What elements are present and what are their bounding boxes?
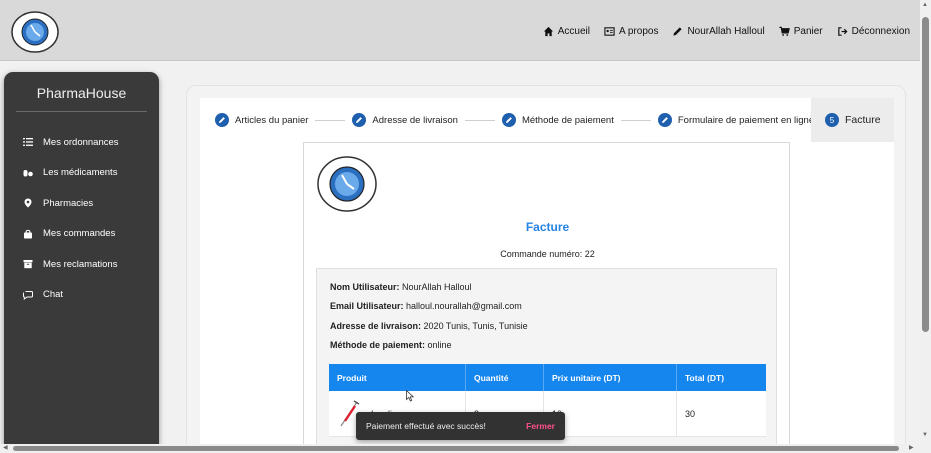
scroll-up-arrow-icon[interactable]: ▲ xyxy=(922,2,928,8)
sidebar-item-chat[interactable]: Chat xyxy=(4,280,159,311)
column-header: Produit xyxy=(329,364,466,391)
nav-deconnexion[interactable]: Déconnexion xyxy=(837,26,910,37)
pills-icon xyxy=(21,166,34,179)
checkout-stepper: Articles du panier Adresse de livraison … xyxy=(200,98,894,142)
scroll-right-arrow-icon[interactable]: ▶ xyxy=(909,444,914,451)
pharmahouse-logo[interactable] xyxy=(10,11,60,53)
column-header: Quantité xyxy=(466,364,544,391)
column-header: Total (DT) xyxy=(685,372,725,383)
field-methode-paiement: Méthode de paiement: online xyxy=(330,340,452,350)
map-pin-icon xyxy=(21,197,34,210)
success-snackbar: Paiement effectué avec succès! Fermer xyxy=(356,412,565,440)
sidebar-item-label: Mes commandes xyxy=(43,228,116,240)
sidebar: PharmaHouse Mes ordonnances Les médicame… xyxy=(4,72,159,453)
step-label: Méthode de paiement xyxy=(521,114,614,126)
table-header: Produit Quantité Prix unitaire (DT) Tota… xyxy=(329,364,766,391)
page: Accueil A propos NourAllah Halloul Panie… xyxy=(0,0,931,453)
sidebar-item-label: Les médicaments xyxy=(43,167,118,179)
field-value: online xyxy=(425,340,452,350)
nav-label: A propos xyxy=(618,26,659,37)
nav-user-profile[interactable]: NourAllah Halloul xyxy=(672,26,765,37)
logout-icon xyxy=(837,27,848,36)
field-label: Email Utilisateur: xyxy=(330,301,404,311)
horizontal-scrollbar[interactable]: ◀ ▶ xyxy=(0,444,920,453)
sidebar-item-commandes[interactable]: Mes commandes xyxy=(4,219,159,250)
scroll-down-arrow-icon[interactable]: ▼ xyxy=(922,432,928,438)
sidebar-item-reclamations[interactable]: Mes reclamations xyxy=(4,249,159,280)
sidebar-item-pharmacies[interactable]: Pharmacies xyxy=(4,188,159,219)
step-connector xyxy=(464,119,495,121)
nav-label: Accueil xyxy=(557,26,590,37)
step-label: Formulaire de paiement en ligne xyxy=(677,114,815,126)
sidebar-item-ordonnances[interactable]: Mes ordonnances xyxy=(4,127,159,158)
field-label: Méthode de paiement: xyxy=(330,340,426,350)
invoice-logo xyxy=(316,155,378,213)
archive-icon xyxy=(21,258,34,271)
total-cell: 30 xyxy=(685,408,696,419)
step-adresse-livraison[interactable]: Adresse de livraison xyxy=(352,113,458,127)
step-formulaire-paiement[interactable]: Formulaire de paiement en ligne xyxy=(657,113,815,127)
field-label: Adresse de livraison: xyxy=(330,321,422,331)
field-value: NourAllah Halloul xyxy=(399,282,472,292)
invoice: Facture Commande numéro: 22 Nom Utilisat… xyxy=(303,142,790,453)
field-value: 2020 Tunis, Tunis, Tunisie xyxy=(421,321,528,331)
sidebar-item-label: Mes ordonnances xyxy=(43,136,119,148)
step-facture-active[interactable]: 5 Facture xyxy=(811,98,894,142)
sidebar-item-label: Mes reclamations xyxy=(43,258,118,270)
invoice-title: Facture xyxy=(525,220,570,234)
snackbar-message: Paiement effectué avec succès! xyxy=(366,421,486,431)
top-navbar: Accueil A propos NourAllah Halloul Panie… xyxy=(0,0,920,61)
shopping-bag-icon xyxy=(21,227,34,240)
pencil-icon xyxy=(657,113,672,127)
sidebar-menu: Mes ordonnances Les médicaments Pharmaci… xyxy=(4,127,159,310)
step-methode-paiement[interactable]: Méthode de paiement xyxy=(501,113,614,127)
step-label: Articles du panier xyxy=(235,114,309,126)
field-adresse-livraison: Adresse de livraison: 2020 Tunis, Tunis,… xyxy=(330,321,528,331)
scroll-left-arrow-icon[interactable]: ◀ xyxy=(3,444,8,451)
order-number: Commande numéro: 22 xyxy=(500,249,595,259)
nav-label: Panier xyxy=(793,26,823,37)
sidebar-title: PharmaHouse xyxy=(36,85,127,101)
id-card-icon xyxy=(604,27,615,36)
column-header: Prix unitaire (DT) xyxy=(544,364,677,391)
horizontal-scroll-thumb[interactable] xyxy=(13,446,899,451)
pencil-icon xyxy=(352,113,367,127)
nav-panier[interactable]: Panier xyxy=(779,26,823,37)
step-number: 5 xyxy=(825,113,839,127)
top-nav: Accueil A propos NourAllah Halloul Panie… xyxy=(543,26,910,37)
nav-accueil[interactable]: Accueil xyxy=(543,26,590,37)
step-connector xyxy=(315,119,346,121)
home-icon xyxy=(543,26,553,37)
nav-a-propos[interactable]: A propos xyxy=(604,26,658,37)
cart-icon xyxy=(779,26,790,36)
nav-label: Déconnexion xyxy=(851,26,910,37)
mouse-cursor-icon xyxy=(406,389,415,402)
snackbar-close-button[interactable]: Fermer xyxy=(526,421,555,431)
field-nom-utilisateur: Nom Utilisateur: NourAllah Halloul xyxy=(330,282,472,292)
field-label: Nom Utilisateur: xyxy=(330,282,400,292)
sidebar-item-label: Pharmacies xyxy=(43,197,94,209)
list-icon xyxy=(21,136,34,149)
pencil-icon xyxy=(501,113,516,127)
pencil-icon xyxy=(215,113,229,127)
step-label: Adresse de livraison xyxy=(372,114,458,126)
step-articles-panier[interactable]: Articles du panier xyxy=(215,113,308,127)
vertical-scrollbar[interactable]: ▲ ▼ xyxy=(920,0,931,453)
chat-icon xyxy=(21,288,34,301)
step-label: Facture xyxy=(845,114,881,126)
pencil-icon xyxy=(673,27,683,36)
sidebar-divider xyxy=(16,111,147,112)
sidebar-item-label: Chat xyxy=(43,289,64,301)
nav-label: NourAllah Halloul xyxy=(687,26,765,37)
sidebar-item-medicaments[interactable]: Les médicaments xyxy=(4,158,159,189)
vertical-scroll-thumb[interactable] xyxy=(922,17,929,332)
field-email-utilisateur: Email Utilisateur: halloul.nourallah@gma… xyxy=(330,301,522,311)
field-value: halloul.nourallah@gmail.com xyxy=(403,301,522,311)
step-connector xyxy=(620,119,651,121)
